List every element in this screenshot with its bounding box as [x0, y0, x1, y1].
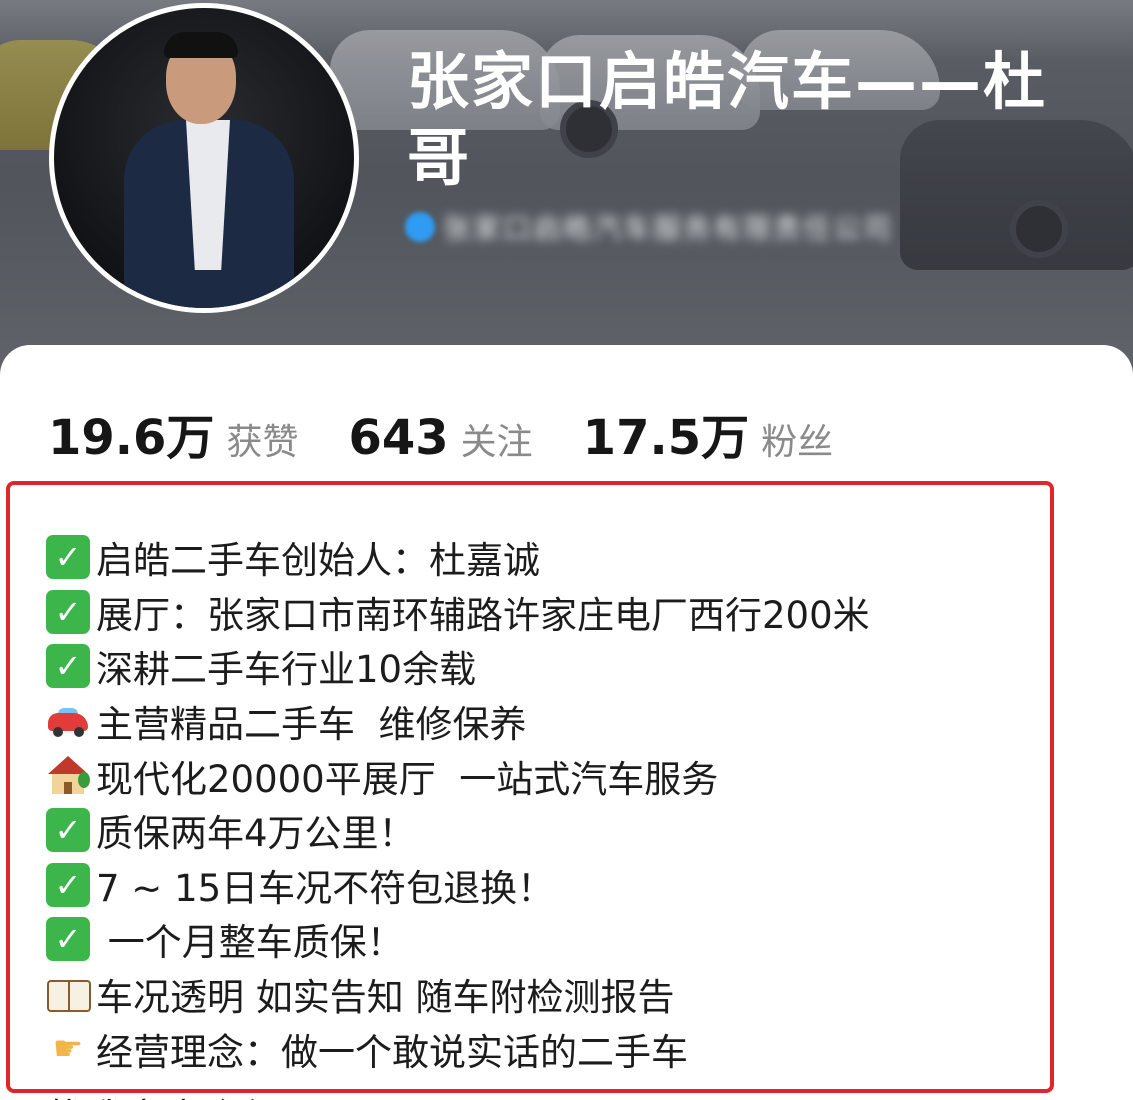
bio-line: ☛ 经营理念：做一个敢说实话的二手车	[46, 1021, 870, 1076]
bio-line: ✓ 展厅：张家口市南环辅路许家庄电厂西行200米	[46, 585, 870, 640]
stat-value: 17.5万	[582, 410, 750, 466]
bio-cutoff-line: 找我享官介绍	[48, 1083, 308, 1100]
stats-row: 19.6万 获赞 643 关注 17.5万 粉丝	[48, 398, 883, 468]
stat-label: 获赞	[226, 422, 299, 463]
check-icon: ✓	[46, 589, 90, 634]
bio-text: 7 ~ 15日车况不符包退换！	[96, 866, 555, 910]
bio-text: 启皓二手车创始人：杜嘉诚	[96, 539, 540, 583]
avatar-figure	[164, 32, 238, 58]
bio-text: 经营理念：做一个敢说实话的二手车	[96, 1030, 688, 1074]
bio-line: 现代化20000平展厅 一站式汽车服务	[46, 748, 870, 803]
bio-line: ✓ 启皓二手车创始人：杜嘉诚	[46, 530, 870, 585]
bio-text: 车况透明 如实告知 随车附检测报告	[96, 976, 675, 1020]
verification-row[interactable]: 张家口启皓汽车服务有限责任公司	[405, 207, 1003, 247]
bio-text: 一个月整车质保！	[96, 921, 404, 965]
bio-line: 主营精品二手车 维修保养	[46, 694, 870, 749]
bio-line: ✓ 质保两年4万公里！	[46, 803, 870, 858]
verification-text: 张家口启皓汽车服务有限责任公司	[443, 212, 894, 245]
profile-name: 张家口启皓汽车——杜哥	[407, 45, 1048, 194]
avatar[interactable]	[49, 3, 359, 313]
check-icon: ✓	[46, 862, 90, 907]
bio-line: ✓ 7 ~ 15日车况不符包退换！	[46, 858, 870, 913]
check-icon: ✓	[46, 808, 90, 853]
bio-text: 展厅：张家口市南环辅路许家庄电厂西行200米	[96, 593, 870, 637]
stat-likes[interactable]: 19.6万 获赞	[48, 398, 298, 468]
stat-value: 643	[348, 410, 449, 466]
bio-text: 深耕二手车行业10余载	[96, 648, 477, 692]
check-icon: ✓	[46, 535, 90, 580]
house-icon	[46, 754, 90, 798]
check-icon: ✓	[46, 644, 90, 689]
book-icon	[46, 972, 91, 1016]
car-icon	[46, 699, 90, 743]
stat-label: 粉丝	[761, 422, 834, 463]
check-icon: ✓	[46, 917, 90, 962]
bio-line: ✓ 深耕二手车行业10余载	[46, 639, 870, 694]
bio-line: 车况透明 如实告知 随车附检测报告	[46, 967, 870, 1022]
bio-line: ✓ 一个月整车质保！	[46, 912, 870, 967]
stat-followers[interactable]: 17.5万 粉丝	[583, 398, 833, 468]
bio-text: 质保两年4万公里！	[96, 812, 416, 856]
pointing-hand-icon: ☛	[52, 1028, 84, 1069]
stat-label: 关注	[460, 422, 533, 463]
profile-page: 张家口启皓汽车——杜哥 张家口启皓汽车服务有限责任公司 19.6万 获赞 643…	[0, 0, 1133, 1100]
stat-value: 19.6万	[48, 410, 215, 466]
bio-text: 现代化20000平展厅 一站式汽车服务	[96, 757, 719, 801]
stat-following[interactable]: 643 关注	[348, 410, 532, 466]
bio-list: ✓ 启皓二手车创始人：杜嘉诚 ✓ 展厅：张家口市南环辅路许家庄电厂西行200米 …	[46, 530, 870, 1076]
verified-badge-icon	[405, 212, 435, 242]
bio-text: 主营精品二手车 维修保养	[96, 703, 527, 747]
bio-cutoff-text: 找我享官介绍	[48, 1087, 282, 1100]
